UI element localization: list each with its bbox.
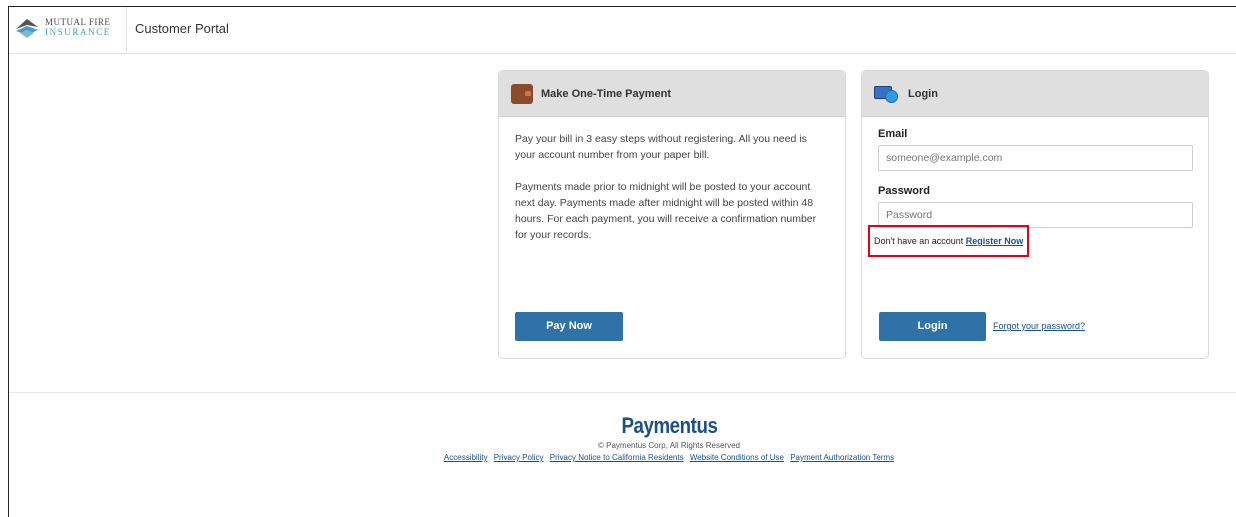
register-prompt-text: Don't have an account xyxy=(874,236,964,246)
footer: Paymentus © Paymentus Corp, All Rights R… xyxy=(9,413,1236,462)
login-card-header: Login xyxy=(862,71,1208,117)
copyright-text: © Paymentus Corp, All Rights Reserved xyxy=(598,441,740,450)
portal-title: Customer Portal xyxy=(135,21,229,36)
top-header: MUTUAL FIRE INSURANCE Customer Portal xyxy=(9,7,1236,54)
forgot-password-link[interactable]: Forgot your password? xyxy=(993,321,1085,331)
header-divider xyxy=(126,7,127,54)
one-time-payment-card: Make One-Time Payment Pay your bill in 3… xyxy=(498,70,846,359)
payment-card-body: Pay your bill in 3 easy steps without re… xyxy=(499,117,845,273)
footer-divider xyxy=(9,392,1236,393)
login-icon xyxy=(874,84,900,104)
company-logo[interactable]: MUTUAL FIRE INSURANCE xyxy=(15,15,111,39)
payment-card-title: Make One-Time Payment xyxy=(541,87,672,100)
logo-line1: MUTUAL FIRE xyxy=(45,17,111,27)
payment-description: Pay your bill in 3 easy steps without re… xyxy=(515,133,807,161)
paymentus-brand: Paymentus xyxy=(621,413,717,438)
footer-link-privacy-policy[interactable]: Privacy Policy xyxy=(494,453,544,462)
payment-card-header: Make One-Time Payment xyxy=(499,71,845,117)
password-label: Password xyxy=(878,185,930,197)
login-card-title: Login xyxy=(908,87,938,100)
logo-line2: INSURANCE xyxy=(45,27,111,37)
footer-link-payment-terms[interactable]: Payment Authorization Terms xyxy=(790,453,894,462)
register-prompt-box: Don't have an account Register Now xyxy=(868,225,1029,257)
footer-links: Accessibility Privacy Policy Privacy Not… xyxy=(102,453,1236,462)
login-button[interactable]: Login xyxy=(879,312,986,341)
payment-posting-info: Payments made prior to midnight will be … xyxy=(515,181,817,241)
footer-link-conditions-of-use[interactable]: Website Conditions of Use xyxy=(690,453,784,462)
logo-mark-icon xyxy=(16,19,38,38)
register-now-link[interactable]: Register Now xyxy=(966,236,1024,246)
email-label: Email xyxy=(878,128,908,140)
footer-link-accessibility[interactable]: Accessibility xyxy=(444,453,488,462)
login-card: Login Email Password Don't have an accou… xyxy=(861,70,1209,359)
pay-now-button[interactable]: Pay Now xyxy=(515,312,623,341)
logo-text: MUTUAL FIRE INSURANCE xyxy=(45,17,111,37)
email-field[interactable] xyxy=(878,145,1193,171)
footer-link-california-privacy[interactable]: Privacy Notice to California Residents xyxy=(550,453,684,462)
wallet-icon xyxy=(511,83,533,104)
